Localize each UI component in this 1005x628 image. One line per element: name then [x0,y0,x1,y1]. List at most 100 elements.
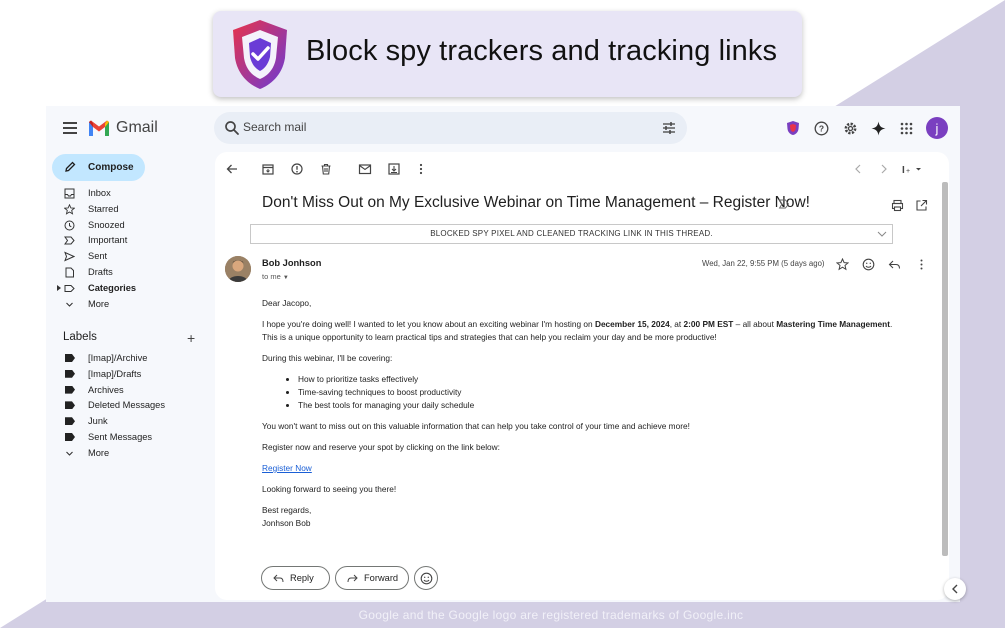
label-item[interactable]: [Imap]/Archive [46,351,206,367]
compose-label: Compose [88,162,134,173]
sender-name[interactable]: Bob Jonhson [262,258,321,268]
forward-icon [347,574,358,583]
sidebar-item-drafts[interactable]: Drafts [46,265,206,281]
expand-caret-icon[interactable] [57,284,61,291]
recipient-label: to me [262,272,281,281]
labels-list: [Imap]/Archive [Imap]/Drafts Archives De… [46,351,206,462]
label-text: [Imap]/Archive [88,353,148,363]
banner-title: Block spy trackers and tracking links [306,35,778,67]
chevron-down-icon[interactable] [877,230,887,238]
email-paragraph: You won't want to miss out on this valua… [262,421,690,431]
print-icon[interactable] [891,199,904,212]
sidebar-item-more[interactable]: More [46,297,206,313]
label-item[interactable]: Archives [46,383,206,399]
labels-more-label: More [88,447,110,458]
sidebar-item-starred[interactable]: Starred [46,202,206,218]
label-item[interactable]: Junk [46,414,206,430]
gemini-sparkle-icon[interactable] [868,118,888,138]
label-item[interactable]: Deleted Messages [46,398,206,414]
side-panel-toggle[interactable] [944,578,966,600]
send-icon [64,251,75,262]
register-now-link[interactable]: Register Now [262,463,312,473]
label-text: Deleted Messages [88,400,165,411]
help-icon[interactable]: ? [811,118,831,138]
emoji-react-button[interactable] [414,566,438,590]
chevron-down-icon [66,302,73,307]
sidebar-item-categories[interactable]: Categories [46,281,206,297]
label-text: Junk [88,416,108,427]
extension-shield-icon[interactable] [783,118,803,138]
search-options-icon[interactable] [661,120,677,136]
open-new-window-icon[interactable] [915,199,928,212]
email-paragraph: During this webinar, I'll be covering: [262,353,393,363]
settings-gear-icon[interactable] [840,118,860,138]
more-vert-icon[interactable] [915,258,928,271]
more-vert-icon[interactable] [414,162,428,176]
input-tools-icon[interactable]: I + [901,162,923,176]
older-chevron-icon[interactable] [877,162,891,176]
sidebar-item-label: Important [88,235,128,246]
scrollbar[interactable] [942,182,948,556]
label-text: Archives [88,384,124,395]
reply-icon [273,574,284,583]
label-item[interactable]: Sent Messages [46,430,206,446]
search-input[interactable] [243,120,623,134]
back-arrow-icon[interactable] [225,162,239,176]
email-signature: Best regards, Jonhson Bob [262,505,312,528]
important-icon [64,236,75,245]
sidebar-item-important[interactable]: Important [46,233,206,249]
email-date: Wed, Jan 22, 9:55 PM (5 days ago) [702,259,825,268]
add-label-icon[interactable]: + [187,330,195,346]
sender-avatar[interactable] [225,256,251,282]
report-spam-icon[interactable] [290,162,304,176]
svg-text:?: ? [818,123,823,133]
sender-photo [225,256,251,282]
sidebar-item-sent[interactable]: Sent [46,249,206,265]
sidebar-item-label: Snoozed [88,219,125,230]
search-bar[interactable] [214,112,687,144]
forward-button[interactable]: Forward [335,566,409,590]
recipient-details[interactable]: to me ▼ [262,272,289,281]
main-menu-icon[interactable] [63,122,77,134]
label-tag-icon [65,354,75,362]
sidebar-item-label: Starred [88,203,119,214]
mark-unread-icon[interactable] [358,162,372,176]
label-tag-icon [65,369,75,378]
email-subject: Don't Miss Out on My Exclusive Webinar o… [262,194,810,211]
forward-label: Forward [364,573,399,583]
trademark-footer: Google and the Google logo are registere… [358,608,744,622]
list-item: Time-saving techniques to boost producti… [298,386,922,399]
list-item: The best tools for managing your daily s… [298,399,922,412]
tracker-blocked-text: BLOCKED SPY PIXEL AND CLEANED TRACKING L… [430,229,713,238]
move-to-icon[interactable] [387,162,401,176]
label-text: [Imap]/Drafts [88,368,142,379]
search-icon[interactable] [224,120,240,136]
email-paragraph: Register now and reserve your spot by cl… [262,442,500,452]
emoji-reaction-icon[interactable] [862,258,875,271]
account-avatar[interactable]: j [926,117,948,139]
tracker-blocked-notice[interactable]: BLOCKED SPY PIXEL AND CLEANED TRACKING L… [250,224,893,244]
sidebar-item-label: Inbox [88,188,111,198]
apps-grid-icon[interactable] [896,118,916,138]
label-tag-icon [65,385,75,394]
star-icon[interactable] [836,258,849,271]
gmail-logo-icon [89,120,109,136]
archive-icon[interactable] [261,162,275,176]
chevron-left-icon [952,584,958,594]
reply-icon[interactable] [888,258,901,271]
labels-more[interactable]: More [46,446,206,462]
delete-icon[interactable] [319,162,333,176]
sidebar-item-snoozed[interactable]: Snoozed [46,218,206,234]
reply-button[interactable]: Reply [261,566,330,590]
newer-chevron-icon[interactable] [851,162,865,176]
compose-button[interactable]: Compose [52,154,145,181]
caret-down-icon[interactable]: ▼ [283,275,289,281]
email-paragraph: Looking forward to seeing you there! [262,484,397,494]
email-paragraph: I hope you're doing well! I wanted to le… [262,319,893,342]
important-marker-icon[interactable] [778,198,790,210]
sidebar-item-inbox[interactable]: Inbox [46,186,206,202]
sidebar-item-label: Sent [88,251,108,262]
sidebar-nav: Inbox Starred Snoozed Important Sent Dra… [46,186,206,312]
label-item[interactable]: [Imap]/Drafts [46,367,206,383]
gmail-wordmark: Gmail [116,119,158,136]
